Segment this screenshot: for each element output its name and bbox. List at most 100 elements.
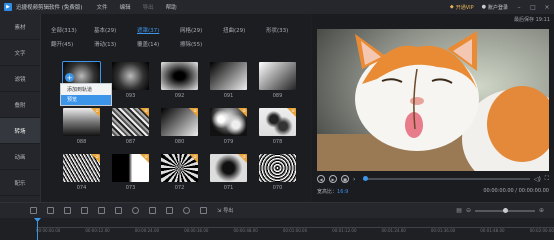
tab-all[interactable]: 全部(313): [51, 26, 94, 34]
transition-thumb[interactable]: ♔: [63, 108, 100, 136]
transition-tile[interactable]: 093: [112, 62, 149, 99]
freeze-icon[interactable]: [149, 207, 156, 214]
minimize-icon[interactable]: –: [516, 4, 522, 11]
transition-tile[interactable]: ♔ 073: [112, 154, 149, 191]
transition-tile[interactable]: 089: [259, 62, 296, 99]
play-button[interactable]: ▶: [329, 175, 337, 183]
transition-thumb[interactable]: [161, 62, 198, 90]
login-button[interactable]: ● 账户登录: [482, 4, 508, 11]
transition-tile[interactable]: ♔ 087: [112, 108, 149, 145]
close-icon[interactable]: ×: [544, 4, 550, 11]
playback-progress[interactable]: [363, 176, 530, 181]
transition-tile[interactable]: 092: [161, 62, 198, 99]
nav-item-animation[interactable]: 动画: [0, 144, 40, 170]
export-label: 导出: [223, 208, 234, 214]
transition-tile[interactable]: 091: [210, 62, 247, 99]
redo-icon[interactable]: [47, 207, 54, 214]
undo-icon[interactable]: [30, 207, 37, 214]
add-icon[interactable]: +: [65, 73, 74, 82]
aspect-ratio-value[interactable]: 16:9: [337, 189, 348, 195]
context-menu: 添加到轨道 预览: [60, 83, 112, 106]
export-button[interactable]: ⇲ 导出: [217, 207, 234, 215]
vip-button[interactable]: ◆ 开通VIP: [450, 4, 474, 11]
preview-panel: 最后保存 19:11 ◀ ▶ ■ › ◁) ⛶ 宽高比：16:9 00:00:0…: [312, 14, 554, 202]
transition-thumb[interactable]: ♔: [112, 108, 149, 136]
tab-cover[interactable]: 覆盖(14): [137, 40, 180, 48]
transition-tile[interactable]: ♔ 078: [259, 108, 296, 145]
transition-tile[interactable]: ♔ 072: [161, 154, 198, 191]
zoom-in-icon[interactable]: ⊕: [539, 207, 544, 214]
tile-label: 072: [174, 185, 185, 191]
menu-export[interactable]: 导出: [143, 3, 154, 11]
tab-grid[interactable]: 网格(29): [180, 26, 223, 34]
transition-thumb[interactable]: ♔: [210, 108, 247, 136]
tick-label: 00:01:00.00: [282, 228, 308, 233]
nav-item-transition[interactable]: 转场: [0, 118, 40, 144]
transition-thumb[interactable]: [210, 62, 247, 90]
transition-tile[interactable]: ♔ 071: [210, 154, 247, 191]
zoom-out-icon[interactable]: ⊖: [466, 207, 471, 214]
rotate-icon[interactable]: [166, 207, 173, 214]
tab-mask[interactable]: 遮罩(37): [137, 26, 180, 34]
menu-help[interactable]: 帮助: [166, 3, 177, 11]
tick-label: 00:01:36.00: [430, 228, 456, 233]
aspect-ratio-label: 宽高比：: [317, 189, 338, 195]
volume-icon[interactable]: ◁): [534, 176, 541, 183]
nav-item-filter[interactable]: 滤镜: [0, 66, 40, 92]
mic-icon[interactable]: [183, 207, 190, 214]
tab-wipe[interactable]: 擦除(55): [180, 40, 223, 48]
transition-thumb[interactable]: ♔: [259, 108, 296, 136]
delete-icon[interactable]: [64, 207, 71, 214]
transition-tile[interactable]: ♔ 074: [63, 154, 100, 191]
crop-icon[interactable]: [115, 207, 122, 214]
split-icon[interactable]: [98, 207, 105, 214]
edit-icon[interactable]: [81, 207, 88, 214]
next-icon[interactable]: ›: [353, 176, 355, 183]
transition-tile[interactable]: ♔ 079: [210, 108, 247, 145]
cat-image: [317, 29, 549, 171]
fit-icon[interactable]: ▤: [456, 207, 462, 214]
transition-tile[interactable]: 070: [259, 154, 296, 191]
tab-slide[interactable]: 滑动(13): [94, 40, 137, 48]
speed-icon[interactable]: [132, 207, 139, 214]
zoom-slider[interactable]: [474, 207, 535, 213]
transition-tile[interactable]: ♔ 088: [63, 108, 100, 145]
transition-thumb[interactable]: ♔: [161, 108, 198, 136]
transition-tile[interactable]: ♔ 080: [161, 108, 198, 145]
tab-distort[interactable]: 扭曲(29): [223, 26, 266, 34]
transition-thumb[interactable]: [259, 62, 296, 90]
transition-thumb[interactable]: [112, 62, 149, 90]
crown-icon: ♔: [144, 154, 148, 159]
aspect-ratio[interactable]: 宽高比：16:9: [317, 188, 348, 195]
playhead[interactable]: [37, 220, 38, 240]
nav-item-material[interactable]: 素材: [0, 14, 40, 40]
maximize-icon[interactable]: □: [530, 4, 536, 11]
transition-thumb[interactable]: ♔: [63, 154, 100, 182]
menu-file[interactable]: 文件: [97, 3, 108, 11]
mosaic-icon[interactable]: [200, 207, 207, 214]
transition-thumb[interactable]: ♔: [210, 154, 247, 182]
nav-item-overlay[interactable]: 叠附: [0, 92, 40, 118]
tab-shape[interactable]: 形状(33): [266, 26, 309, 34]
transition-thumb[interactable]: ♔: [112, 154, 149, 182]
tab-flip[interactable]: 翻开(45): [51, 40, 94, 48]
nav-item-text[interactable]: 文字: [0, 40, 40, 66]
diamond-icon: ◆: [449, 4, 454, 10]
menu-item-add-to-track[interactable]: 添加到轨道: [61, 84, 111, 95]
transition-thumb[interactable]: ♔: [161, 154, 198, 182]
zoom-slider-knob[interactable]: [502, 207, 508, 213]
progress-handle[interactable]: [363, 176, 369, 181]
transition-thumb[interactable]: [259, 154, 296, 182]
crown-icon: ♔: [95, 154, 99, 159]
timeline: 00:00:00.00 00:00:12.00 00:00:24.00 00:0…: [0, 218, 554, 240]
stop-button[interactable]: ■: [341, 175, 349, 183]
transition-grid: 093 092 091 089 ♔ 088 ♔ 087 ♔ 080 ♔ 079 ♔ 078…: [62, 61, 296, 191]
timeline-toolbar: ⇲ 导出 ▤ ⊖ ⊕: [0, 202, 554, 218]
prev-frame-button[interactable]: ◀: [317, 175, 325, 183]
menu-edit[interactable]: 编辑: [120, 3, 131, 11]
tab-basic[interactable]: 基本(29): [94, 26, 137, 34]
fullscreen-icon[interactable]: ⛶: [545, 175, 549, 183]
nav-item-music[interactable]: 配乐: [0, 170, 40, 196]
crown-icon: ♔: [144, 108, 148, 113]
menu-item-preview[interactable]: 预览: [61, 94, 111, 105]
